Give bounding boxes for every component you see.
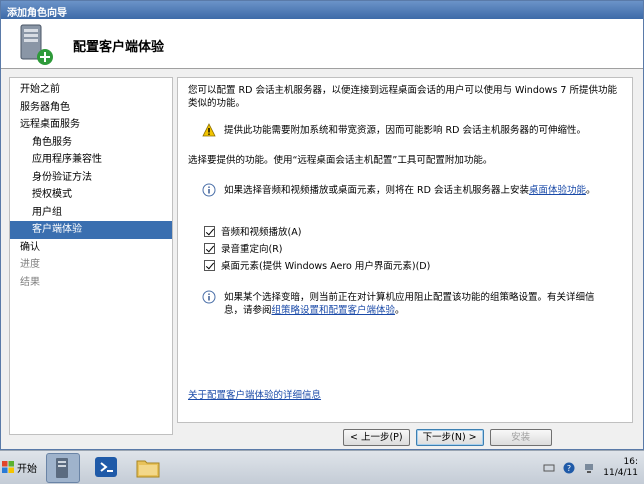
intro-line-1: 您可以配置 RD 会话主机服务器，以便连接到远程桌面会话的用户可以使用与 Win…: [188, 85, 617, 96]
start-button[interactable]: 开始: [2, 456, 42, 478]
group-policy-link[interactable]: 组策略设置和配置客户端体验: [272, 305, 396, 316]
step-confirmation[interactable]: 确认: [10, 239, 172, 257]
intro-line-2: 类似的功能。: [188, 98, 246, 109]
audio-recording-label: 录音重定向(R): [221, 244, 283, 255]
steps-list: 开始之前 服务器角色 远程桌面服务 角色服务 应用程序兼容性 身份验证方法 授权…: [10, 78, 172, 291]
wizard-steps: 开始之前 服务器角色 远程桌面服务 角色服务 应用程序兼容性 身份验证方法 授权…: [9, 77, 173, 435]
folder-icon: [136, 460, 160, 478]
server-manager-icon: [56, 458, 68, 478]
info-row-2: 如果某个选择变暗，则当前正在对计算机应用阻止配置该功能的组策略设置。有关详细信 …: [202, 290, 595, 317]
start-label: 开始: [17, 463, 37, 475]
network-icon[interactable]: [583, 462, 595, 474]
step-server-roles[interactable]: 服务器角色: [10, 99, 172, 117]
info-text-1-suffix: 。: [585, 185, 596, 196]
warning-text: 提供此功能需要附加系统和带宽资源，因而可能影响 RD 会话主机服务器的可伸缩性。: [224, 125, 586, 136]
powershell-icon: [95, 457, 117, 477]
step-progress: 进度: [20, 259, 40, 270]
step-before-you-begin[interactable]: 开始之前: [10, 81, 172, 99]
option-audio-video[interactable]: 音频和视频播放(A): [204, 224, 301, 238]
audio-video-checkbox[interactable]: [204, 225, 215, 237]
wizard-buttons: < 上一步(P) 下一步(N) > 安装: [343, 429, 552, 446]
info-icon: [202, 290, 216, 304]
info-text-2-line-2: 息，请参阅组策略设置和配置客户端体验。: [224, 304, 595, 317]
clock[interactable]: 16: 11/4/11: [603, 457, 638, 479]
keyboard-icon[interactable]: [543, 462, 555, 474]
warning-icon: [202, 123, 216, 137]
wizard-window: 添加角色向导 配置客户端体验 开始之前 服务器角色 远程桌面服务 角色服务 应用…: [0, 0, 644, 450]
window-title: 添加角色向导: [1, 1, 643, 19]
svg-text:?: ?: [567, 464, 571, 473]
back-button[interactable]: < 上一步(P): [343, 429, 410, 446]
content-panel: 您可以配置 RD 会话主机服务器，以便连接到远程桌面会话的用户可以使用与 Win…: [177, 77, 633, 423]
audio-recording-checkbox[interactable]: [204, 242, 215, 254]
info-text-2-prefix: 息，请参阅: [224, 305, 272, 316]
step-client-experience[interactable]: 客户端体验: [10, 221, 172, 239]
wizard-header: 配置客户端体验: [1, 19, 643, 69]
info-text-2-line-1: 如果某个选择变暗，则当前正在对计算机应用阻止配置该功能的组策略设置。有关详细信: [224, 292, 595, 303]
desktop-composition-checkbox[interactable]: [204, 259, 215, 271]
clock-date: 11/4/11: [603, 468, 638, 478]
help-icon[interactable]: ?: [563, 462, 575, 474]
info-text-2: 如果某个选择变暗，则当前正在对计算机应用阻止配置该功能的组策略设置。有关详细信 …: [224, 291, 595, 317]
info-icon: [202, 183, 216, 197]
clock-time: 16:: [623, 457, 638, 467]
info-text-2-suffix: 。: [395, 305, 405, 316]
select-prompt: 选择要提供的功能。使用“远程桌面会话主机配置”工具可配置附加功能。: [188, 155, 493, 166]
info-row-1: 如果选择音频和视频播放或桌面元素，则将在 RD 会话主机服务器上安装桌面体验功能…: [202, 183, 596, 197]
option-desktop-composition[interactable]: 桌面元素(提供 Windows Aero 用户界面元素)(D): [204, 258, 430, 272]
intro-text: 您可以配置 RD 会话主机服务器，以便连接到远程桌面会话的用户可以使用与 Win…: [188, 84, 617, 110]
step-authentication-method[interactable]: 身份验证方法: [10, 169, 172, 187]
info-text-1-body: 如果选择音频和视频播放或桌面元素，则将在 RD 会话主机服务器上安装: [224, 185, 529, 196]
server-add-icon: [20, 24, 53, 65]
page-title: 配置客户端体验: [73, 40, 165, 55]
audio-video-label: 音频和视频播放(A): [221, 227, 302, 238]
more-info-link[interactable]: 关于配置客户端体验的详细信息: [188, 389, 321, 402]
option-audio-recording[interactable]: 录音重定向(R): [204, 241, 283, 255]
powershell-taskbar-button[interactable]: [90, 453, 124, 483]
step-licensing-mode[interactable]: 授权模式: [10, 186, 172, 204]
desktop-experience-link[interactable]: 桌面体验功能: [529, 185, 586, 196]
desktop-composition-label: 桌面元素(提供 Windows Aero 用户界面元素)(D): [221, 261, 431, 272]
step-app-compatibility[interactable]: 应用程序兼容性: [10, 151, 172, 169]
windows-logo-icon: [2, 461, 14, 473]
info-text-1: 如果选择音频和视频播放或桌面元素，则将在 RD 会话主机服务器上安装桌面体验功能…: [224, 184, 596, 197]
step-remote-desktop-services[interactable]: 远程桌面服务: [10, 116, 172, 134]
install-button[interactable]: 安装: [489, 429, 552, 446]
step-results: 结果: [20, 276, 40, 288]
system-tray: ? 16: 11/4/11: [543, 455, 644, 481]
warning-row: 提供此功能需要附加系统和带宽资源，因而可能影响 RD 会话主机服务器的可伸缩性。: [202, 123, 586, 137]
step-role-services[interactable]: 角色服务: [10, 134, 172, 152]
server-manager-taskbar-button[interactable]: [46, 453, 80, 483]
next-button[interactable]: 下一步(N) >: [415, 429, 484, 446]
step-user-groups[interactable]: 用户组: [10, 204, 172, 222]
explorer-taskbar-button[interactable]: [132, 453, 166, 483]
taskbar: 开始 ? 16: 11/4/11: [0, 450, 644, 484]
